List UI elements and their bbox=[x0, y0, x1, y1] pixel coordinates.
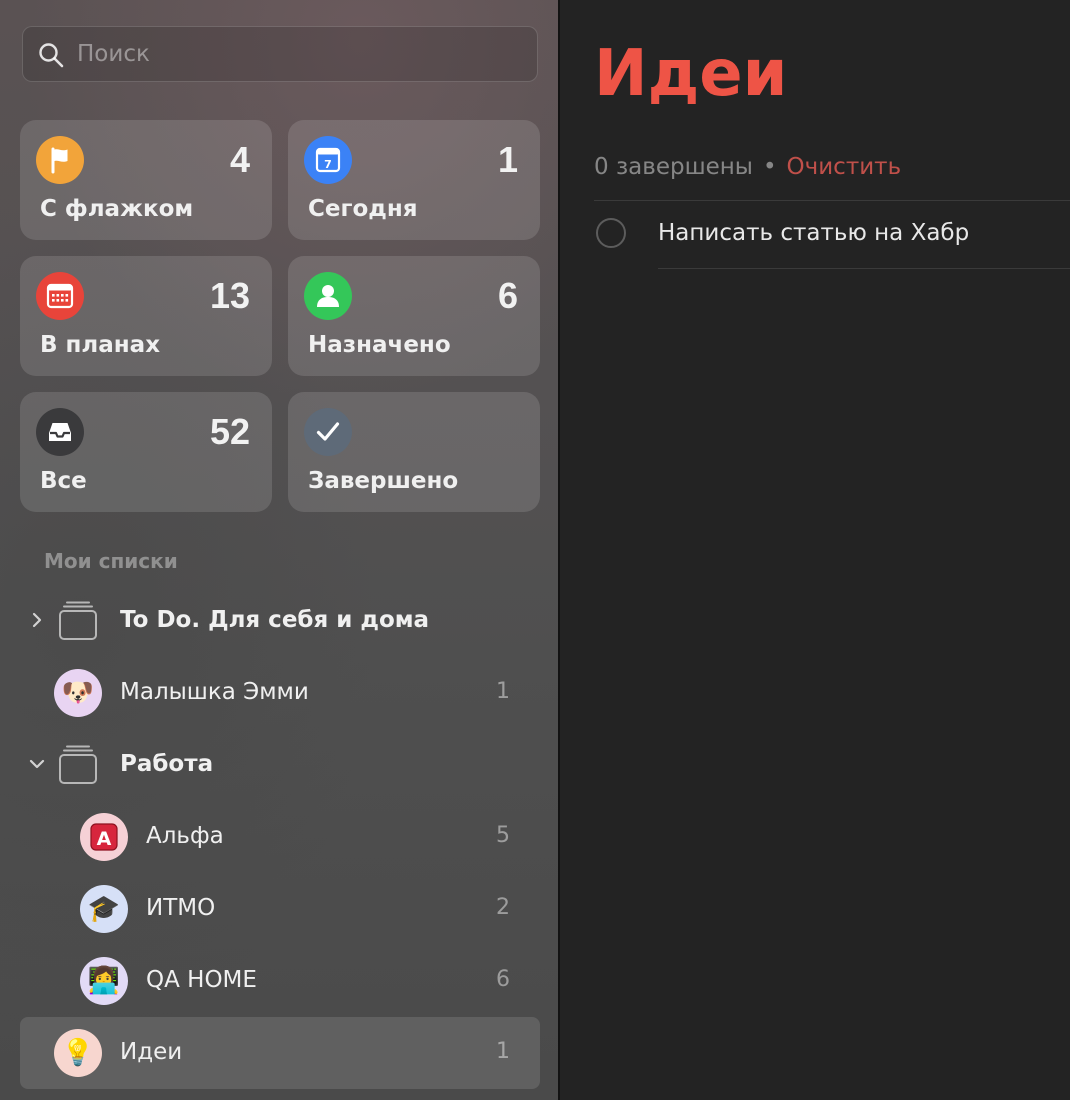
smart-list-assigned[interactable]: 6 Назначено bbox=[288, 256, 540, 376]
smart-list-count: 52 bbox=[209, 411, 250, 452]
task-title[interactable]: Написать статью на Хабр bbox=[658, 218, 969, 248]
search-box[interactable] bbox=[22, 26, 538, 82]
smart-list-label: С флажком bbox=[40, 196, 194, 222]
list-count: 1 bbox=[496, 679, 510, 704]
dog-icon: 🐶 bbox=[54, 669, 102, 717]
completed-count: 0 завершены bbox=[594, 154, 753, 180]
calendar-today-icon: 7 bbox=[304, 136, 352, 184]
smart-list-all[interactable]: 52 Все bbox=[20, 392, 272, 512]
list-name: Малышка Эмми bbox=[120, 679, 309, 705]
light-bulb-icon: 💡 bbox=[54, 1029, 102, 1077]
task-checkbox[interactable] bbox=[596, 218, 626, 248]
list-name: To Do. Для себя и дома bbox=[120, 607, 430, 633]
chevron-down-icon[interactable] bbox=[26, 753, 48, 775]
my-lists-heading: Мои списки bbox=[44, 549, 178, 573]
separator-dot: • bbox=[762, 154, 777, 180]
smart-list-completed[interactable]: Завершено bbox=[288, 392, 540, 512]
smart-list-label: В планах bbox=[40, 332, 161, 358]
list-name: Альфа bbox=[146, 823, 224, 849]
checkmark-icon bbox=[304, 408, 352, 456]
flag-icon bbox=[36, 136, 84, 184]
smart-list-label: Назначено bbox=[308, 332, 451, 358]
letter-a-icon: A bbox=[80, 813, 128, 861]
calendar-grid-icon bbox=[36, 272, 84, 320]
task-row[interactable]: Написать статью на Хабр bbox=[594, 210, 1070, 270]
divider bbox=[594, 200, 1070, 201]
smart-list-label: Все bbox=[40, 468, 87, 494]
smart-list-count: 4 bbox=[229, 139, 250, 180]
folder-stack-icon bbox=[59, 745, 97, 784]
person-icon bbox=[304, 272, 352, 320]
list-group-work[interactable]: Работа bbox=[20, 729, 540, 801]
chevron-right-icon[interactable] bbox=[26, 609, 48, 631]
list-name: Работа bbox=[120, 751, 214, 777]
smart-list-count: 1 bbox=[497, 139, 518, 180]
smart-list-label: Завершено bbox=[308, 468, 459, 494]
search-icon bbox=[39, 43, 64, 68]
search-input[interactable] bbox=[77, 27, 525, 80]
reminders-window: 4 С флажком 7 1 Сегодня bbox=[0, 0, 1070, 1100]
list-count: 1 bbox=[496, 1039, 510, 1064]
woman-technologist-icon: 👩‍💻 bbox=[80, 957, 128, 1005]
list-item-itmo[interactable]: 🎓 ИТМО 2 bbox=[20, 873, 540, 945]
list-title[interactable]: Идеи bbox=[594, 34, 788, 114]
divider bbox=[658, 268, 1070, 269]
svg-text:7: 7 bbox=[324, 158, 332, 171]
list-group-todo[interactable]: To Do. Для себя и дома bbox=[20, 585, 540, 657]
list-item-ideas[interactable]: 💡 Идеи 1 bbox=[20, 1017, 540, 1089]
smart-list-count: 13 bbox=[209, 275, 250, 316]
list-name: Идеи bbox=[120, 1039, 183, 1065]
smart-list-count: 6 bbox=[497, 275, 518, 316]
smart-list-flagged[interactable]: 4 С флажком bbox=[20, 120, 272, 240]
list-name: ИТМО bbox=[146, 895, 216, 921]
folder-stack-icon bbox=[59, 601, 97, 640]
clear-completed-button[interactable]: Очистить bbox=[787, 154, 902, 180]
list-item-alfa[interactable]: A Альфа 5 bbox=[20, 801, 540, 873]
completed-status: 0 завершены • Очистить bbox=[594, 152, 901, 182]
sidebar: 4 С флажком 7 1 Сегодня bbox=[0, 0, 560, 1100]
list-count: 2 bbox=[496, 895, 510, 920]
svg-text:A: A bbox=[97, 828, 112, 850]
tray-icon bbox=[36, 408, 84, 456]
list-name: QA HOME bbox=[146, 967, 257, 993]
smart-list-scheduled[interactable]: 13 В планах bbox=[20, 256, 272, 376]
graduation-cap-icon: 🎓 bbox=[80, 885, 128, 933]
list-detail: Идеи 0 завершены • Очистить Написать стать… bbox=[560, 0, 1070, 1100]
smart-list-today[interactable]: 7 1 Сегодня bbox=[288, 120, 540, 240]
list-count: 5 bbox=[496, 823, 510, 848]
list-item-qa-home[interactable]: 👩‍💻 QA HOME 6 bbox=[20, 945, 540, 1017]
list-count: 6 bbox=[496, 967, 510, 992]
list-item-emmi[interactable]: 🐶 Малышка Эмми 1 bbox=[20, 657, 540, 729]
smart-list-label: Сегодня bbox=[308, 196, 418, 222]
